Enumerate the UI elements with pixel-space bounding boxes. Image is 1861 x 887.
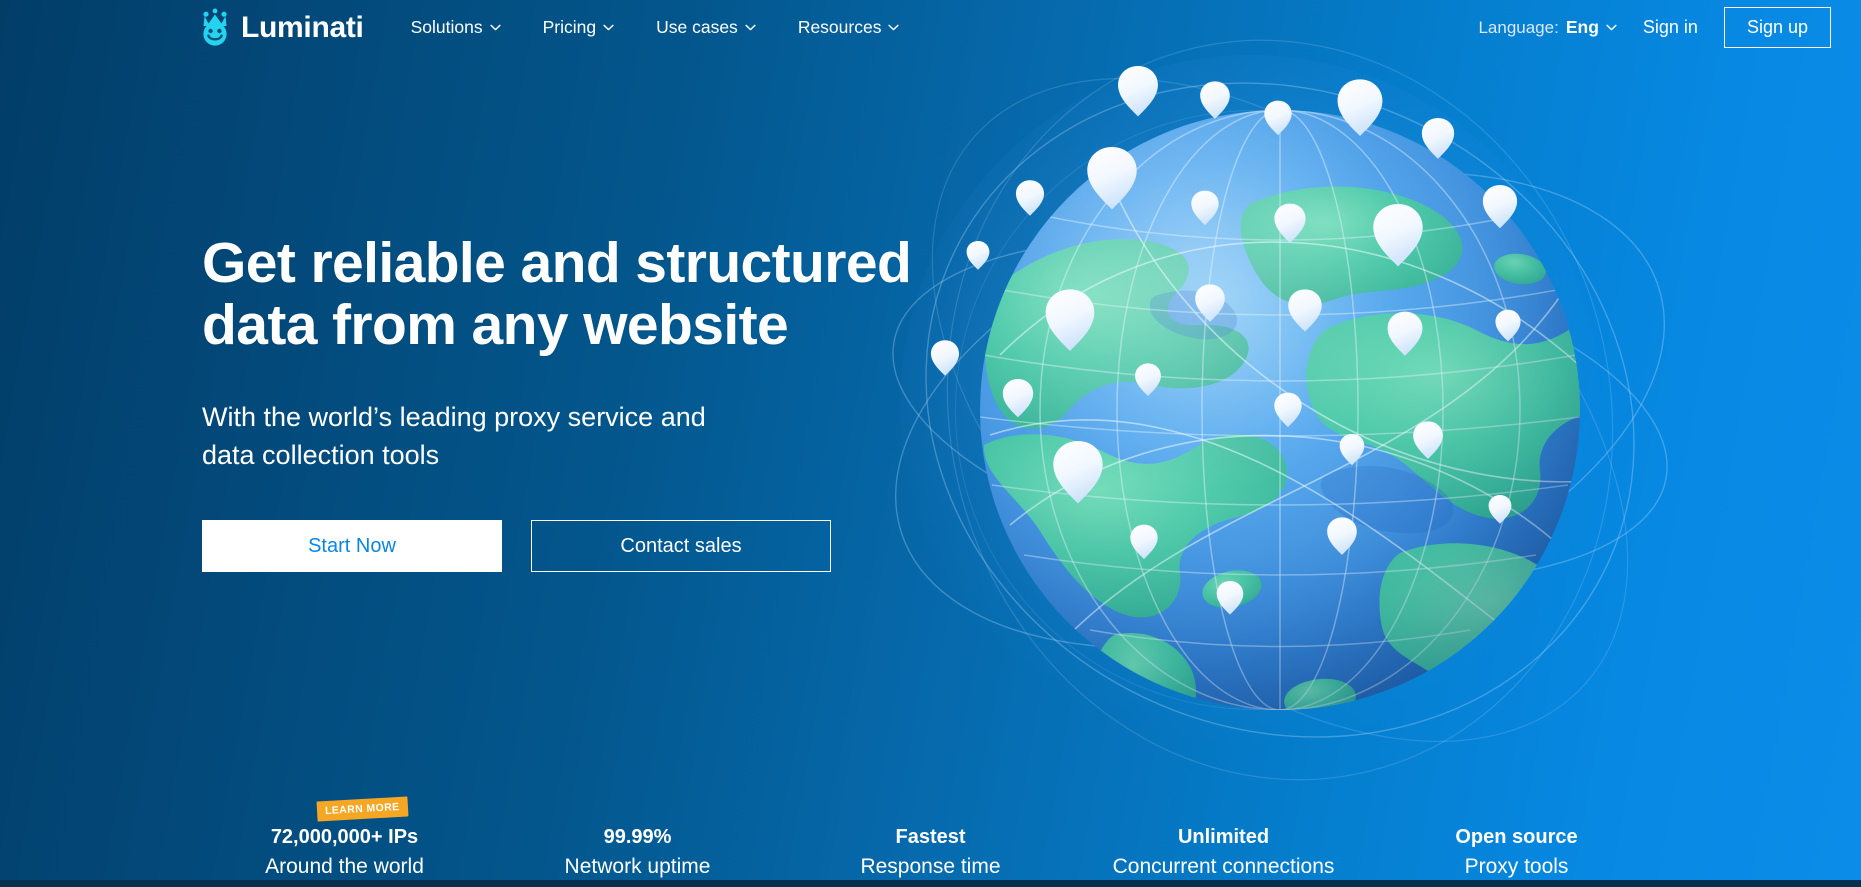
nav-label-solutions: Solutions [410,17,483,37]
stat-item: Unlimited Concurrent connections [1077,811,1370,880]
chevron-down-icon [745,24,756,31]
sign-up-button[interactable]: Sign up [1723,7,1831,48]
stat-item: LEARN MORE 72,000,000+ IPs Around the wo… [198,796,491,880]
hero-cta-row: Start Now Contact sales [202,519,1861,572]
stat-item: 99.99% Network uptime [491,811,784,880]
nav-item-use-cases[interactable]: Use cases [635,9,777,46]
headline-line-1: Get reliable and structured [202,231,912,295]
stat-label: Network uptime [564,854,711,878]
contact-sales-button[interactable]: Contact sales [531,519,831,572]
hero-subtitle: With the world’s leading proxy service a… [202,398,922,475]
chevron-down-icon [489,24,501,31]
chevron-down-icon [888,24,900,31]
language-value: Eng [1565,17,1599,37]
subheadline-line-2: data collection tools [202,440,440,471]
subheadline-line-1: With the world’s leading proxy service a… [202,402,706,433]
sign-in-link[interactable]: Sign in [1643,17,1698,38]
nav-item-pricing[interactable]: Pricing [522,9,636,46]
stat-value: Unlimited [1177,825,1270,848]
brand-logo[interactable]: Luminati [198,8,364,48]
nav-label-resources: Resources [797,17,882,37]
stat-value: Open source [1455,825,1578,848]
stat-item: Fastest Response time [784,811,1077,880]
language-selector[interactable]: Language: Eng [1478,17,1617,38]
nav-label-use-cases: Use cases [656,17,738,37]
stat-value: 72,000,000+ IPs [270,825,419,848]
stat-label: Response time [860,854,1001,878]
stats-strip: LEARN MORE 72,000,000+ IPs Around the wo… [0,796,1861,880]
stat-label: Concurrent connections [1112,854,1335,878]
stat-item: Open source Proxy tools [1370,811,1663,880]
page-title: Get reliable and structured data from an… [202,231,1082,357]
nav-item-solutions[interactable]: Solutions [390,9,522,46]
site-header: Luminati Solutions Pricing Use cases Res… [0,0,1861,55]
chevron-down-icon [603,24,614,31]
stat-label: Proxy tools [1464,854,1569,878]
hero-section: Get reliable and structured data from an… [0,55,1861,572]
learn-more-badge[interactable]: LEARN MORE [316,796,408,822]
chevron-down-icon [1606,24,1617,31]
primary-navigation: Solutions Pricing Use cases Resources [390,9,921,46]
landing-page: Luminati Solutions Pricing Use cases Res… [0,0,1861,887]
headline-line-2: data from any website [202,292,789,357]
bottom-bar [0,880,1861,887]
nav-item-resources[interactable]: Resources [777,9,921,46]
brand-name: Luminati [241,10,364,44]
nav-label-pricing: Pricing [542,17,597,37]
language-label: Language: [1478,17,1559,37]
start-now-button[interactable]: Start Now [202,519,502,572]
stat-label: Around the world [265,854,424,878]
crowned-smiley-logo-icon [203,8,227,46]
stat-value: Fastest [895,825,966,848]
stat-value: 99.99% [603,825,672,848]
